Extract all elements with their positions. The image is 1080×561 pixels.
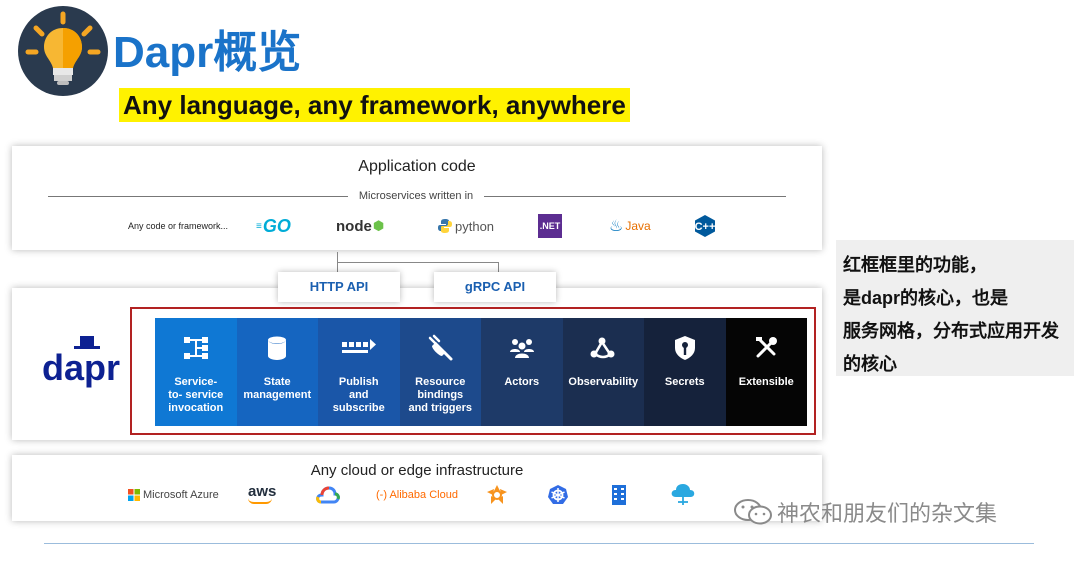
lightbulb-icon	[25, 11, 101, 85]
application-code-title: Application code	[358, 158, 476, 175]
state-database-icon	[268, 336, 287, 360]
lang-python: python	[437, 214, 494, 238]
lang-cpp: C++	[693, 214, 717, 238]
lang-go: ≡ GO	[256, 215, 291, 236]
cloud-azure: Microsoft Azure	[128, 484, 219, 506]
plug-icon	[429, 334, 453, 361]
tile-state-management: State management	[236, 318, 318, 426]
svg-text:dapr: dapr	[42, 347, 120, 388]
microsoft-logo-icon	[128, 489, 140, 501]
service-invocation-icon	[183, 337, 208, 359]
lightbulb-logo	[18, 6, 108, 96]
tile-observability: Observability	[562, 318, 644, 426]
lang-node: node ⬢	[336, 217, 385, 235]
annotation-line-3: 服务网格，分布式应用开发	[843, 321, 1059, 341]
aws-smile-icon	[248, 498, 272, 504]
observability-icon	[590, 337, 615, 359]
building-icon	[612, 485, 626, 505]
lang-dotnet: .NET	[538, 214, 562, 238]
annotation-line-4: 的核心	[843, 354, 897, 374]
tile-extensible: Extensible	[725, 318, 807, 426]
tile-publish-subscribe: Publish and subscribe	[318, 318, 400, 426]
tools-icon	[756, 337, 778, 358]
building-blocks: Service- to- service invocation State ma…	[155, 318, 807, 426]
lang-any-code: Any code or framework...	[128, 221, 229, 231]
connector-grpc	[498, 262, 499, 272]
tile-secrets: Secrets	[644, 318, 726, 426]
http-api-box: HTTP API	[278, 272, 400, 302]
cpp-hex-icon: C++	[695, 215, 716, 237]
cloud-google	[316, 484, 340, 506]
cloud-helm	[486, 484, 508, 506]
python-icon	[438, 219, 452, 233]
svg-text:C++: C++	[695, 221, 716, 233]
connector-vertical-top	[337, 252, 338, 262]
tile-label: Extensible	[738, 376, 794, 388]
kubernetes-icon	[548, 485, 568, 504]
grpc-api-box: gRPC API	[434, 272, 556, 302]
cloud-datacenter	[611, 484, 627, 506]
cloud-edge	[670, 484, 696, 506]
tile-label: Observability	[568, 376, 639, 388]
tile-label: Secrets	[664, 376, 705, 388]
page-subtitle: Any language, any framework, anywhere	[119, 88, 630, 122]
tile-label: Publish and subscribe	[332, 376, 385, 414]
infrastructure-title: Any cloud or edge infrastructure	[310, 462, 524, 479]
watermark: 神农和朋友们的杂文集	[733, 496, 997, 528]
go-speed-icon: ≡	[256, 220, 262, 232]
tile-label: Actors	[504, 376, 540, 388]
page-title: Dapr概览	[113, 28, 302, 77]
microservices-label: Microservices written in	[348, 190, 484, 202]
tile-label: State management	[243, 376, 312, 401]
google-cloud-icon	[316, 486, 340, 504]
lang-java: ♨ Java	[609, 218, 651, 235]
tile-actors: Actors	[481, 318, 563, 426]
java-cup-icon: ♨	[609, 218, 624, 235]
annotation-line-2: 是dapr的核心，也是	[843, 288, 1009, 308]
tile-resource-bindings: Resource bindings and triggers	[399, 318, 481, 426]
annotation-line-1: 红框框里的功能，	[843, 255, 987, 275]
bottom-rule	[44, 543, 1034, 544]
actors-icon	[509, 339, 534, 358]
tile-service-invocation: Service- to- service invocation	[155, 318, 237, 426]
wechat-icon	[734, 499, 772, 525]
cloud-alibaba: (-) Alibaba Cloud	[376, 489, 458, 501]
shield-key-icon	[674, 336, 695, 360]
helm-icon	[487, 485, 507, 504]
node-hex-icon: ⬢	[372, 218, 385, 233]
tile-label: Service- to- service invocation	[168, 376, 224, 414]
pubsub-icon	[341, 339, 376, 353]
connector-http	[337, 262, 338, 272]
connector-horizontal	[337, 262, 499, 263]
dapr-hat-icon: dapr	[42, 336, 120, 388]
dapr-logo: dapr	[40, 336, 122, 399]
tile-label: Resource bindings and triggers	[408, 376, 473, 414]
cloud-aws: aws	[248, 484, 276, 506]
edge-cloud-icon	[671, 484, 695, 505]
cloud-kubernetes	[547, 484, 569, 506]
